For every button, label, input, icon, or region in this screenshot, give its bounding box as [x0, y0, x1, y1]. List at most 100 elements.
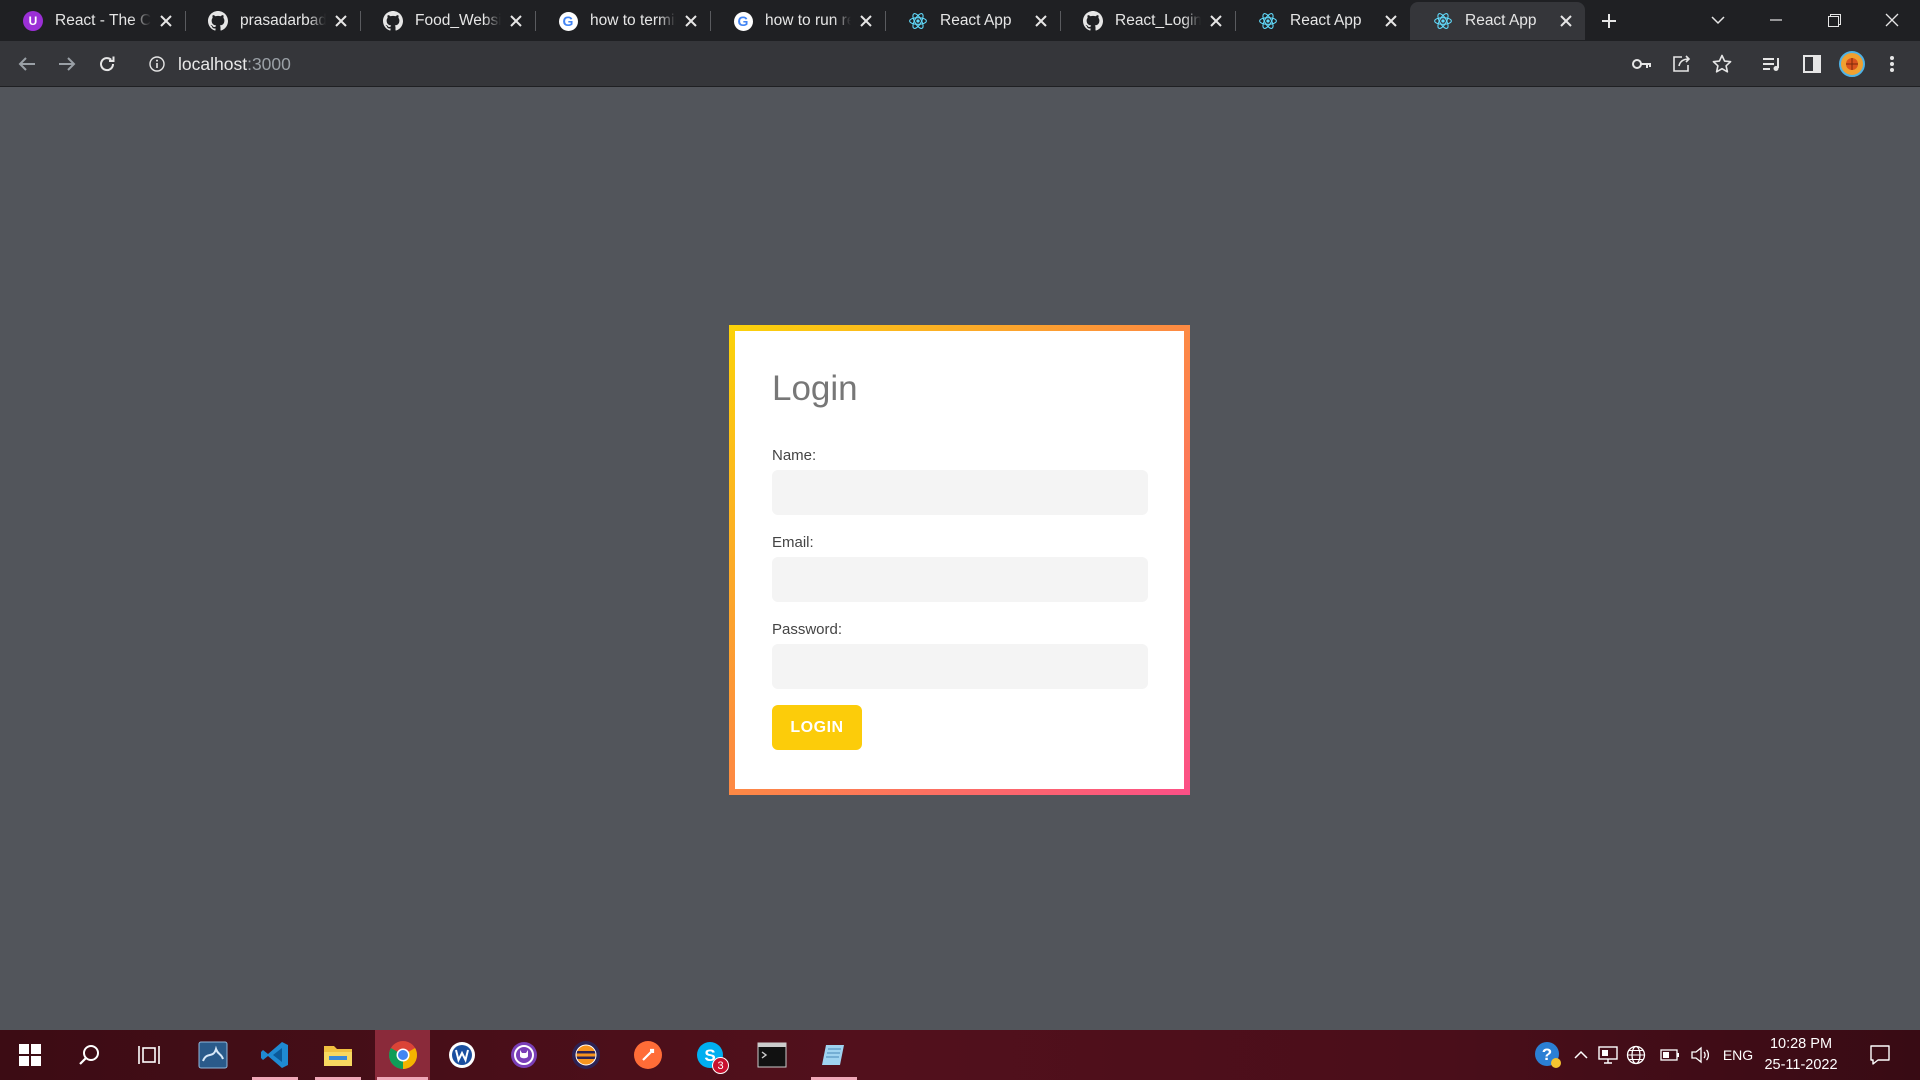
taskbar-eclipse[interactable] [561, 1030, 611, 1080]
taskbar-notepad[interactable] [809, 1030, 859, 1080]
taskbar-github-desktop[interactable] [499, 1030, 549, 1080]
close-icon[interactable] [1382, 12, 1400, 30]
login-title: Login [772, 369, 858, 408]
task-view-icon [138, 1046, 160, 1064]
playlist-icon [1763, 58, 1779, 71]
tab-6[interactable]: React App [885, 2, 1060, 40]
tab-1[interactable]: U React - The Co [0, 2, 185, 40]
new-tab-button[interactable] [1594, 7, 1624, 35]
tab-title: how to termin [590, 12, 676, 29]
close-icon[interactable] [1207, 12, 1225, 30]
bookmark-button[interactable] [1706, 48, 1738, 80]
help-icon: ? [1535, 1042, 1561, 1068]
back-button[interactable] [11, 48, 43, 80]
svg-text:?: ? [1542, 1045, 1552, 1064]
taskbar-skype[interactable]: S 3 [685, 1030, 735, 1080]
postman-icon [634, 1041, 662, 1069]
tab-8[interactable]: React App [1235, 2, 1410, 40]
plus-icon [1602, 14, 1616, 28]
help-tray-button[interactable]: ? [1530, 1030, 1566, 1080]
start-button[interactable] [5, 1030, 55, 1080]
close-window-button[interactable] [1864, 0, 1920, 40]
close-icon[interactable] [682, 12, 700, 30]
share-button[interactable] [1666, 48, 1698, 80]
tab-title: React App [940, 12, 1012, 29]
more-vert-icon [1890, 56, 1894, 72]
mysql-workbench-icon [198, 1041, 228, 1069]
taskbar-file-explorer[interactable] [313, 1030, 363, 1080]
clock[interactable]: 10:28 PM 25-11-2022 [1755, 1034, 1847, 1076]
taskbar-postman[interactable] [623, 1030, 673, 1080]
restore-icon [1827, 13, 1841, 27]
eclipse-icon [572, 1041, 600, 1069]
close-icon[interactable] [507, 12, 525, 30]
search-button[interactable] [64, 1030, 114, 1080]
taskbar-vscode[interactable] [250, 1030, 300, 1080]
media-controls-button[interactable] [1756, 48, 1788, 80]
notification-icon [1870, 1045, 1890, 1065]
windows-taskbar: S 3 ? ENG 10:28 PM 25-11-2022 [0, 1030, 1920, 1080]
email-input[interactable] [772, 557, 1148, 602]
tab-9-active[interactable]: React App [1410, 2, 1585, 40]
taskbar-mysql-workbench[interactable] [188, 1030, 238, 1080]
tab-3[interactable]: Food_Website [360, 2, 535, 40]
restore-button[interactable] [1806, 0, 1862, 40]
meet-now-tray[interactable] [1596, 1030, 1620, 1080]
arrow-right-icon [59, 57, 76, 71]
name-input[interactable] [772, 470, 1148, 515]
show-hidden-icons-button[interactable] [1570, 1030, 1592, 1080]
password-key-button[interactable] [1626, 48, 1658, 80]
info-icon[interactable] [148, 55, 166, 73]
login-button[interactable]: LOGIN [772, 705, 862, 750]
clock-time: 10:28 PM [1769, 1036, 1833, 1052]
reload-button[interactable] [91, 48, 123, 80]
vscode-icon [261, 1042, 288, 1068]
login-card: Login Name: Email: Password: LOGIN [729, 325, 1190, 795]
url-port: :3000 [247, 53, 291, 74]
tab-title: React - The Co [55, 12, 151, 29]
close-icon[interactable] [157, 12, 175, 30]
taskbar-chrome[interactable] [375, 1030, 430, 1080]
globe-icon [1626, 1045, 1646, 1065]
github-icon [1083, 11, 1103, 31]
password-label: Password: [772, 621, 843, 638]
share-icon [1673, 55, 1691, 72]
password-input[interactable] [772, 644, 1148, 689]
address-bar[interactable]: localhost:3000 [140, 47, 1630, 81]
profile-button[interactable] [1836, 48, 1868, 80]
react-icon [1258, 11, 1278, 31]
tab-2[interactable]: prasadarbad/F [185, 2, 360, 40]
browser-toolbar: localhost:3000 [0, 41, 1920, 87]
windows-icon [19, 1044, 41, 1066]
network-tray[interactable] [1624, 1030, 1648, 1080]
battery-tray[interactable] [1658, 1030, 1682, 1080]
tab-7[interactable]: React_Login_A [1060, 2, 1235, 40]
key-icon [1632, 59, 1651, 69]
close-icon[interactable] [1032, 12, 1050, 30]
close-icon[interactable] [1557, 12, 1575, 30]
menu-button[interactable] [1876, 48, 1908, 80]
side-panel-button[interactable] [1796, 48, 1828, 80]
udemy-icon: U [23, 11, 43, 31]
tab-search-button[interactable] [1690, 0, 1746, 40]
taskbar-app-w[interactable] [437, 1030, 487, 1080]
chrome-icon [388, 1041, 417, 1069]
notification-center-button[interactable] [1860, 1030, 1900, 1080]
tab-5[interactable]: G how to run re [710, 2, 885, 40]
display-icon [1598, 1046, 1618, 1064]
close-icon[interactable] [332, 12, 350, 30]
task-view-button[interactable] [124, 1030, 174, 1080]
clock-date: 25-11-2022 [1764, 1057, 1838, 1073]
github-icon [208, 11, 228, 31]
input-language[interactable]: ENG [1718, 1030, 1758, 1080]
volume-tray[interactable] [1688, 1030, 1712, 1080]
tab-title: Food_Website [415, 12, 501, 29]
minimize-button[interactable] [1748, 0, 1804, 40]
tab-title: how to run re [765, 12, 851, 29]
taskbar-terminal[interactable] [747, 1030, 797, 1080]
name-label: Name: [772, 447, 817, 464]
forward-button[interactable] [51, 48, 83, 80]
react-icon [908, 11, 928, 31]
tab-4[interactable]: G how to termin [535, 2, 710, 40]
close-icon[interactable] [857, 12, 875, 30]
